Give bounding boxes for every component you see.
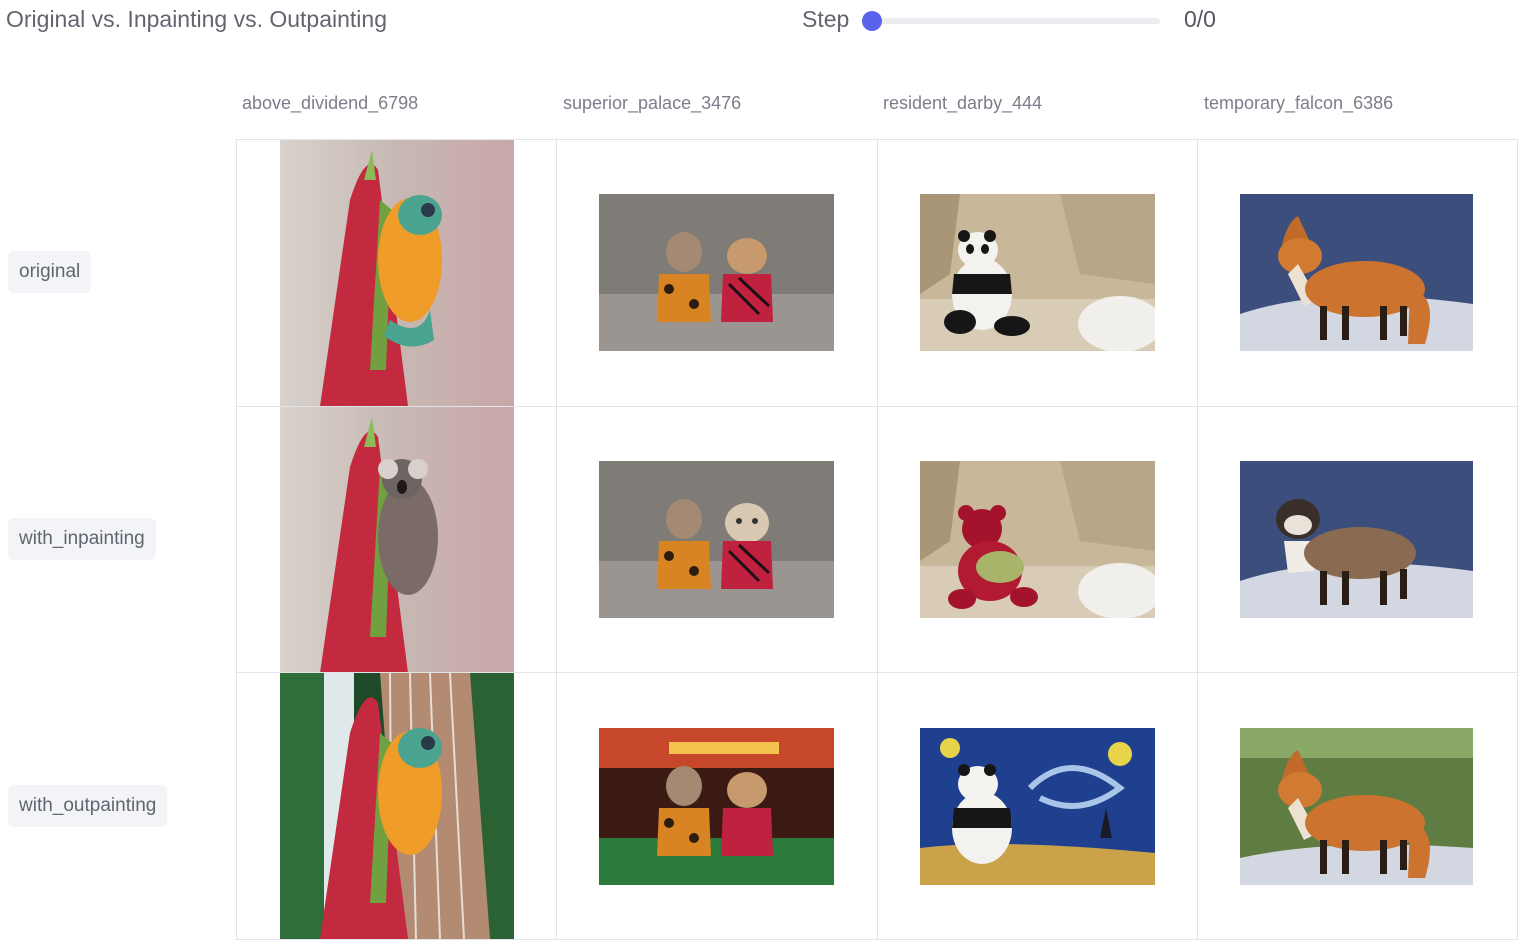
grid-cell [237,406,558,674]
grid-cell [237,673,558,940]
column-header: above_dividend_6798 [242,93,419,113]
dog-and-old-man-dog-image [599,460,835,618]
row-label-with-outpainting: with_outpainting [8,785,168,827]
step-label: Step [802,6,850,32]
image-thumbnail[interactable] [599,727,835,885]
panda-on-rocks-image [919,194,1155,352]
frog-with-waterfall-image [279,673,514,939]
fox-on-grass-image [1239,727,1473,885]
grid-cell [237,140,558,407]
frog-on-red-flower-image [279,140,514,406]
image-thumbnail[interactable] [919,460,1155,618]
panda-starry-night-image [919,727,1155,885]
image-thumbnail[interactable] [919,194,1155,352]
grid-cell [877,140,1198,407]
image-thumbnail[interactable] [599,194,835,352]
column-header: resident_darby_444 [883,93,1043,113]
image-thumbnail[interactable] [1239,727,1475,885]
grid-cell [877,406,1198,674]
grid-cell [1197,140,1518,407]
image-thumbnail[interactable] [279,673,514,939]
image-thumbnail[interactable] [599,460,835,618]
red-teddy-bear-image [919,460,1155,618]
koala-on-red-flower-image [279,406,514,673]
grid-cell [557,406,878,674]
bulldog-fox-hybrid-image [1239,460,1473,618]
image-thumbnail[interactable] [1239,194,1475,352]
image-thumbnail[interactable] [279,406,514,673]
grid-cell [557,673,878,940]
step-slider-thumb[interactable] [862,11,882,31]
grid-cell [557,140,878,407]
image-thumbnail[interactable] [279,140,514,406]
page-title: Original vs. Inpainting vs. Outpainting [6,6,387,32]
image-grid [236,139,1518,940]
grid-cell [1197,673,1518,940]
row-label-with-inpainting: with_inpainting [8,518,156,560]
step-slider-track[interactable] [866,18,1160,24]
image-thumbnail[interactable] [919,727,1155,885]
image-thumbnail[interactable] [1239,460,1475,618]
grid-cell [877,673,1198,940]
red-fox-on-snow-image [1239,194,1473,352]
column-header: superior_palace_3476 [563,93,742,113]
column-header: temporary_falcon_6386 [1204,93,1394,113]
grid-cell [1197,406,1518,674]
dogs-in-casino-image [599,727,835,885]
two-dogs-in-jackets-image [599,194,835,352]
step-value: 0/0 [1184,6,1216,32]
row-label-original: original [8,251,92,293]
